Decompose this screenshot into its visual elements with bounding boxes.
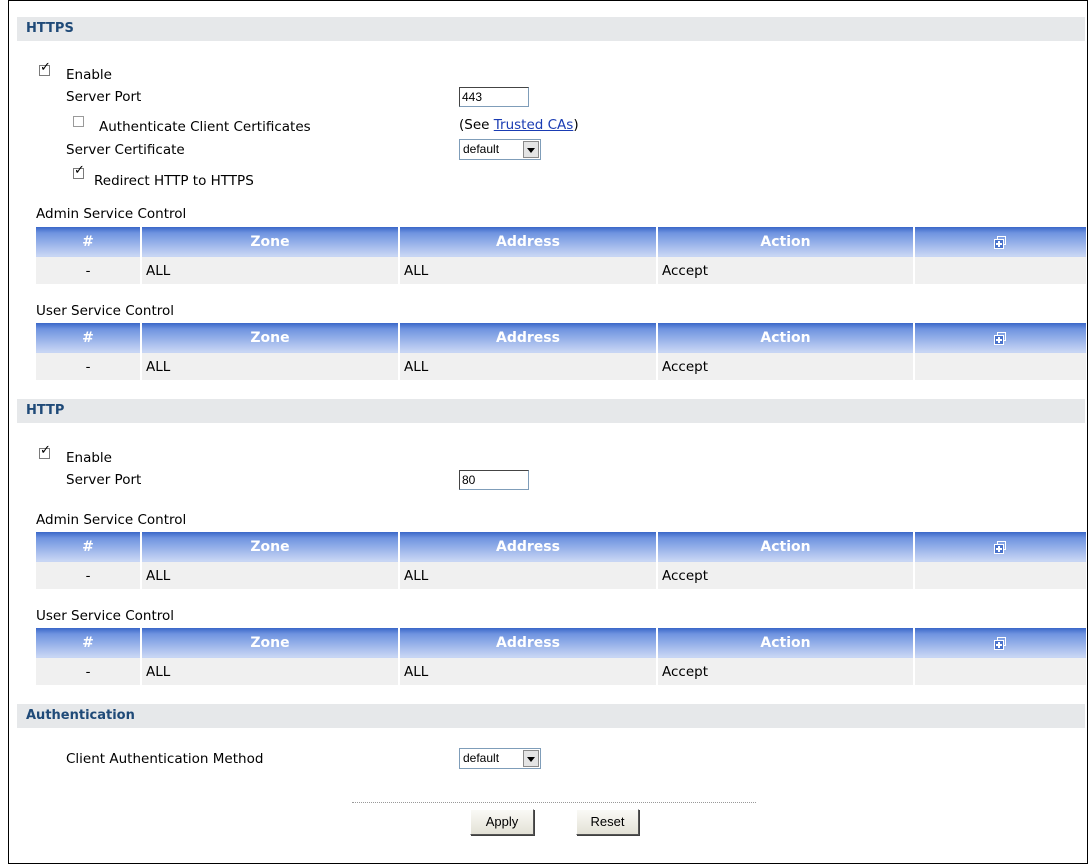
col-action-header: Action [657, 227, 915, 257]
authentication-section-header: Authentication [17, 704, 1085, 728]
https-server-port-input[interactable]: 443 [459, 87, 529, 107]
col-index-header: # [36, 227, 142, 257]
table-header-row: # Zone Address Action [36, 628, 1086, 658]
dropdown-arrow-icon[interactable] [523, 141, 539, 158]
server-cert-select[interactable]: default [459, 139, 541, 160]
button-divider [352, 802, 756, 803]
http-server-port-label: Server Port [66, 472, 142, 488]
client-auth-method-select[interactable]: default [459, 748, 541, 769]
https-enable-checkbox[interactable]: ✓ [39, 61, 51, 76]
check-mark-icon: ✓ [40, 443, 51, 458]
http-admin-control-table: # Zone Address Action - ALL ALL Accept [36, 532, 1086, 589]
http-enable-checkbox[interactable]: ✓ [39, 444, 51, 459]
reset-button[interactable]: Reset [576, 809, 639, 835]
table-header-row: # Zone Address Action [36, 323, 1086, 353]
table-row[interactable]: - ALL ALL Accept [36, 353, 1086, 380]
add-rule-icon[interactable] [994, 636, 1007, 650]
table-header-row: # Zone Address Action [36, 532, 1086, 562]
http-enable-label: Enable [66, 450, 112, 466]
auth-client-cert-label: Authenticate Client Certificates [99, 119, 311, 135]
trusted-cas-note: (See Trusted CAs) [459, 117, 579, 133]
server-cert-label: Server Certificate [66, 142, 185, 158]
http-admin-control-title: Admin Service Control [36, 512, 187, 528]
table-row[interactable]: - ALL ALL Accept [36, 658, 1086, 685]
add-column-header [914, 227, 1086, 257]
http-user-control-title: User Service Control [36, 608, 175, 624]
redirect-https-label: Redirect HTTP to HTTPS [94, 173, 254, 189]
https-admin-control-title: Admin Service Control [36, 206, 187, 222]
auth-client-cert-checkbox[interactable] [73, 116, 84, 127]
https-admin-control-table: # Zone Address Action - ALL ALL Accept [36, 227, 1086, 284]
https-user-control-title: User Service Control [36, 303, 175, 319]
http-server-port-input[interactable]: 80 [459, 470, 529, 490]
trusted-cas-link[interactable]: Trusted CAs [494, 117, 574, 133]
col-zone-header: Zone [141, 227, 400, 257]
dropdown-arrow-icon[interactable] [523, 750, 539, 767]
client-auth-method-label: Client Authentication Method [66, 751, 264, 767]
https-server-port-label: Server Port [66, 89, 142, 105]
check-mark-icon: ✓ [74, 163, 85, 178]
table-header-row: # Zone Address Action [36, 227, 1086, 257]
https-section-header: HTTPS [17, 17, 1085, 41]
http-section-header: HTTP [17, 399, 1085, 423]
col-address-header: Address [399, 227, 658, 257]
table-row[interactable]: - ALL ALL Accept [36, 257, 1086, 284]
add-rule-icon[interactable] [994, 540, 1007, 554]
https-enable-label: Enable [66, 67, 112, 83]
https-user-control-table: # Zone Address Action - ALL ALL Accept [36, 323, 1086, 380]
check-mark-icon: ✓ [40, 60, 51, 75]
table-row[interactable]: - ALL ALL Accept [36, 562, 1086, 589]
add-rule-icon[interactable] [994, 235, 1007, 249]
http-user-control-table: # Zone Address Action - ALL ALL Accept [36, 628, 1086, 685]
apply-button[interactable]: Apply [470, 809, 534, 835]
redirect-https-checkbox[interactable]: ✓ [73, 164, 85, 179]
add-rule-icon[interactable] [994, 331, 1007, 345]
